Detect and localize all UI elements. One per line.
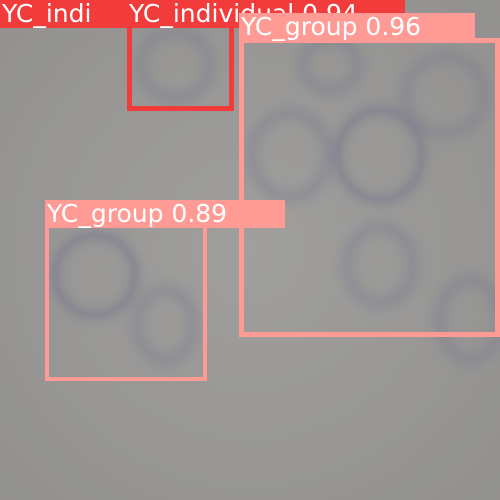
detection-box	[45, 224, 207, 381]
detection-box	[239, 38, 500, 337]
detection-box	[127, 22, 234, 111]
detection-viewer: YC_indi YC_individual 0.94 YC_group 0.89…	[0, 0, 500, 500]
detection-label: YC_group 0.89	[45, 200, 285, 228]
detection-label: YC_group 0.96	[239, 13, 475, 41]
